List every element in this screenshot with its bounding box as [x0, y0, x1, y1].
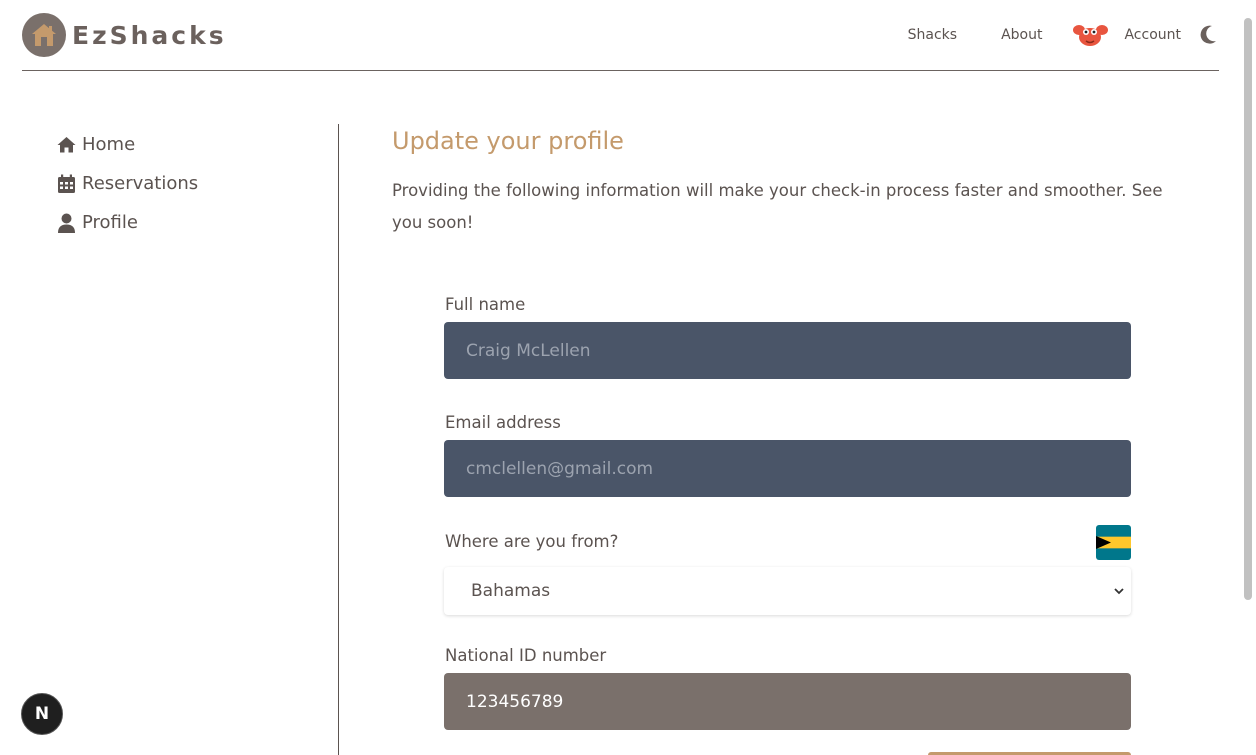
logo[interactable]: EzShacks — [22, 13, 227, 57]
header: EzShacks Shacks About Account — [22, 0, 1219, 71]
house-logo-icon — [22, 13, 66, 57]
sidebar-item-label: Reservations — [82, 173, 199, 194]
user-icon — [58, 213, 75, 233]
intro-text: Providing the following information will… — [392, 181, 1163, 232]
top-nav: Shacks About Account — [908, 20, 1219, 50]
sidebar-item-label: Home — [82, 134, 136, 155]
chevron-down-icon — [1114, 588, 1124, 595]
avatar[interactable] — [1072, 20, 1109, 50]
email-field: cmclellen@gmail.com — [444, 440, 1131, 497]
sidebar-item-profile[interactable]: Profile — [57, 203, 198, 242]
main-content: Update your profile Providing the follow… — [392, 124, 1192, 239]
nextjs-badge[interactable]: N — [21, 693, 63, 735]
nav-about-link[interactable]: About — [1001, 27, 1042, 43]
nav-shacks-link[interactable]: Shacks — [908, 27, 957, 43]
sidebar-item-home[interactable]: Home — [57, 125, 198, 164]
country-label: Where are you from? — [445, 532, 619, 551]
country-select[interactable]: Bahamas — [444, 567, 1131, 615]
sidebar-divider — [338, 124, 339, 755]
country-select-value: Bahamas — [471, 581, 551, 601]
scrollbar[interactable] — [1244, 18, 1252, 600]
sidebar-item-label: Profile — [82, 212, 138, 233]
moon-icon[interactable] — [1199, 25, 1219, 45]
calendar-icon — [58, 174, 75, 193]
sidebar-item-reservations[interactable]: Reservations — [57, 164, 198, 203]
brand-name: EzShacks — [72, 20, 227, 50]
home-icon — [57, 137, 76, 153]
national-id-label: National ID number — [445, 646, 607, 665]
page-title: Update your profile — [392, 127, 624, 155]
bahamas-flag-icon — [1096, 524, 1131, 560]
country-row: Where are you from? — [444, 524, 1131, 560]
national-id-field[interactable]: 123456789 — [444, 673, 1131, 730]
profile-form: Full name Craig McLellen Email address c… — [444, 292, 1131, 730]
full-name-label: Full name — [445, 295, 526, 314]
nav-account-link[interactable]: Account — [1124, 27, 1181, 43]
sidebar: Home Reservations Profile — [57, 125, 198, 242]
full-name-field: Craig McLellen — [444, 322, 1131, 379]
email-label: Email address — [445, 413, 561, 432]
